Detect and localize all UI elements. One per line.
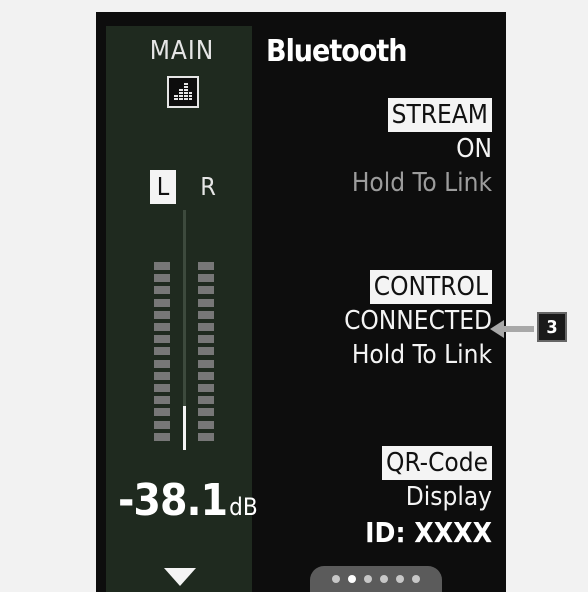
- left-meter-segment: [154, 310, 170, 319]
- stream-status: ON: [456, 134, 492, 164]
- left-meter-segment: [154, 432, 170, 441]
- left-channel-label: L: [150, 170, 176, 204]
- left-meter-segment: [154, 335, 170, 344]
- db-readout: -38.1dB: [118, 475, 258, 526]
- main-label: MAIN: [149, 36, 215, 66]
- right-meter-segment: [198, 310, 214, 319]
- left-meter-segment: [154, 371, 170, 380]
- left-meter-segment: [154, 323, 170, 331]
- left-meter-segment: [154, 359, 170, 368]
- page-dot[interactable]: [332, 575, 340, 583]
- page-dot[interactable]: [380, 575, 388, 583]
- right-meter-segment: [198, 371, 214, 380]
- left-meter-segment: [154, 408, 170, 417]
- qr-id: ID: XXXX: [365, 516, 492, 549]
- right-meter-segment: [198, 323, 214, 331]
- equalizer-icon[interactable]: [167, 76, 199, 108]
- left-meter-segment: [154, 262, 170, 270]
- page-title: Bluetooth: [266, 34, 407, 69]
- left-meter-segment: [154, 298, 170, 307]
- stream-tag: STREAM: [387, 98, 492, 132]
- control-tag: CONTROL: [369, 270, 492, 304]
- right-meter-segment: [198, 262, 214, 270]
- right-meter-segment: [198, 396, 214, 405]
- left-meter-segment: [154, 420, 170, 429]
- right-meter-segment: [198, 359, 214, 368]
- right-channel-label: R: [200, 172, 216, 201]
- qr-tag: QR-Code: [382, 446, 492, 480]
- right-meter-segment: [198, 274, 214, 283]
- left-meter-segment: [154, 347, 170, 356]
- right-meter-segment: [198, 335, 214, 344]
- right-meter-segment: [198, 298, 214, 307]
- level-meter-fill: [183, 406, 186, 450]
- left-meter-segment: [154, 274, 170, 283]
- scroll-down-icon[interactable]: [164, 568, 196, 586]
- page-indicator[interactable]: [310, 566, 442, 592]
- page-dot[interactable]: [396, 575, 404, 583]
- right-meter-segment: [198, 432, 214, 441]
- page-dot[interactable]: [412, 575, 420, 583]
- control-status: CONNECTED: [344, 306, 492, 336]
- right-meter-segment: [198, 408, 214, 417]
- right-meter-segment: [198, 384, 214, 392]
- right-meter-segment: [198, 286, 214, 295]
- callout-arrow-icon: [490, 320, 534, 338]
- stream-hold-to-link[interactable]: Hold To Link: [242, 166, 492, 200]
- right-meter-segment: [198, 347, 214, 356]
- callout-number: 3: [537, 312, 567, 342]
- db-value: -38.1: [118, 475, 228, 526]
- left-meter-segment: [154, 396, 170, 405]
- control-section: CONTROL CONNECTED Hold To Link: [242, 270, 492, 372]
- qr-display[interactable]: Display: [242, 480, 492, 514]
- qr-section: QR-Code Display ID: XXXX: [242, 446, 492, 552]
- left-meter-segment: [154, 286, 170, 295]
- right-meter-segment: [198, 420, 214, 429]
- stream-section: STREAM ON Hold To Link: [242, 98, 492, 200]
- control-hold-to-link[interactable]: Hold To Link: [242, 338, 492, 372]
- page-dot[interactable]: [348, 575, 356, 583]
- left-meter-segment: [154, 384, 170, 392]
- page-dot[interactable]: [364, 575, 372, 583]
